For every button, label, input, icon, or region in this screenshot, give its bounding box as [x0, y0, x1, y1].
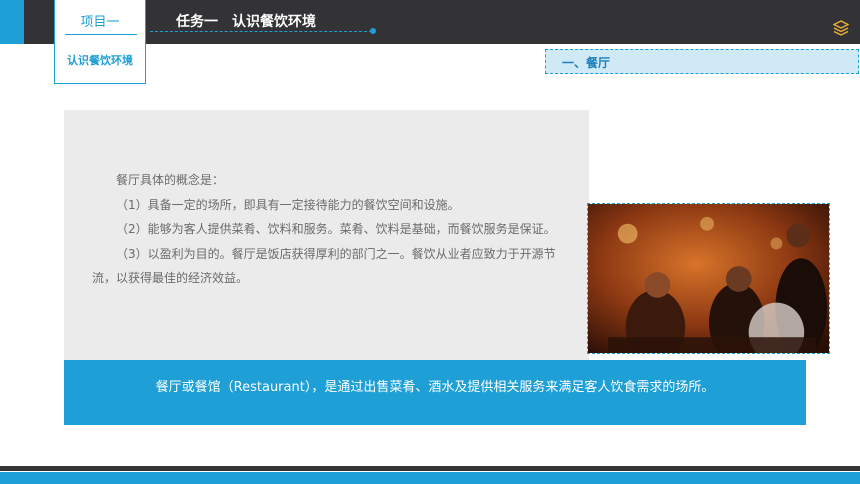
definition-box: 餐厅或餐馆（Restaurant），是通过出售菜肴、酒水及提供相关服务来满足客人…: [64, 360, 806, 425]
definition-text: 餐厅或餐馆（Restaurant），是通过出售菜肴、酒水及提供相关服务来满足客人…: [155, 380, 715, 395]
concept-line: （2）能够为客人提供菜肴、饮料和服务。菜肴、饮料是基础，而餐饮服务是保证。: [116, 222, 556, 236]
task-divider-dot: [370, 28, 376, 34]
footer-bar-dark: [0, 466, 860, 471]
concept-line: （1）具备一定的场所，即具有一定接待能力的餐饮空间和设施。: [116, 197, 460, 212]
project-subtitle: 认识餐饮环境: [67, 54, 133, 67]
project-underline: [65, 34, 137, 35]
concept-text: 餐厅具体的概念是： （1）具备一定的场所，即具有一定接待能力的餐饮空间和设施。 …: [92, 168, 568, 291]
task-title: 任务一 认识餐饮环境: [176, 14, 316, 30]
top-bar-accent: [0, 0, 24, 44]
project-label: 项目一: [80, 15, 120, 30]
task-divider: [150, 31, 372, 32]
concept-line: （3）以盈利为目的。餐厅是饭店获得厚利的部门之一。餐饮从业者应致力于开源节流，以…: [92, 246, 556, 286]
restaurant-photo: [587, 203, 830, 354]
section-tag: 一、餐厅: [545, 49, 859, 74]
concept-line: 餐厅具体的概念是：: [116, 173, 225, 187]
layers-logo-icon: [832, 20, 850, 36]
project-tab[interactable]: 项目一 认识餐饮环境: [54, 0, 146, 84]
footer-bar-blue: [0, 472, 860, 484]
section-label: 一、餐厅: [562, 56, 611, 70]
